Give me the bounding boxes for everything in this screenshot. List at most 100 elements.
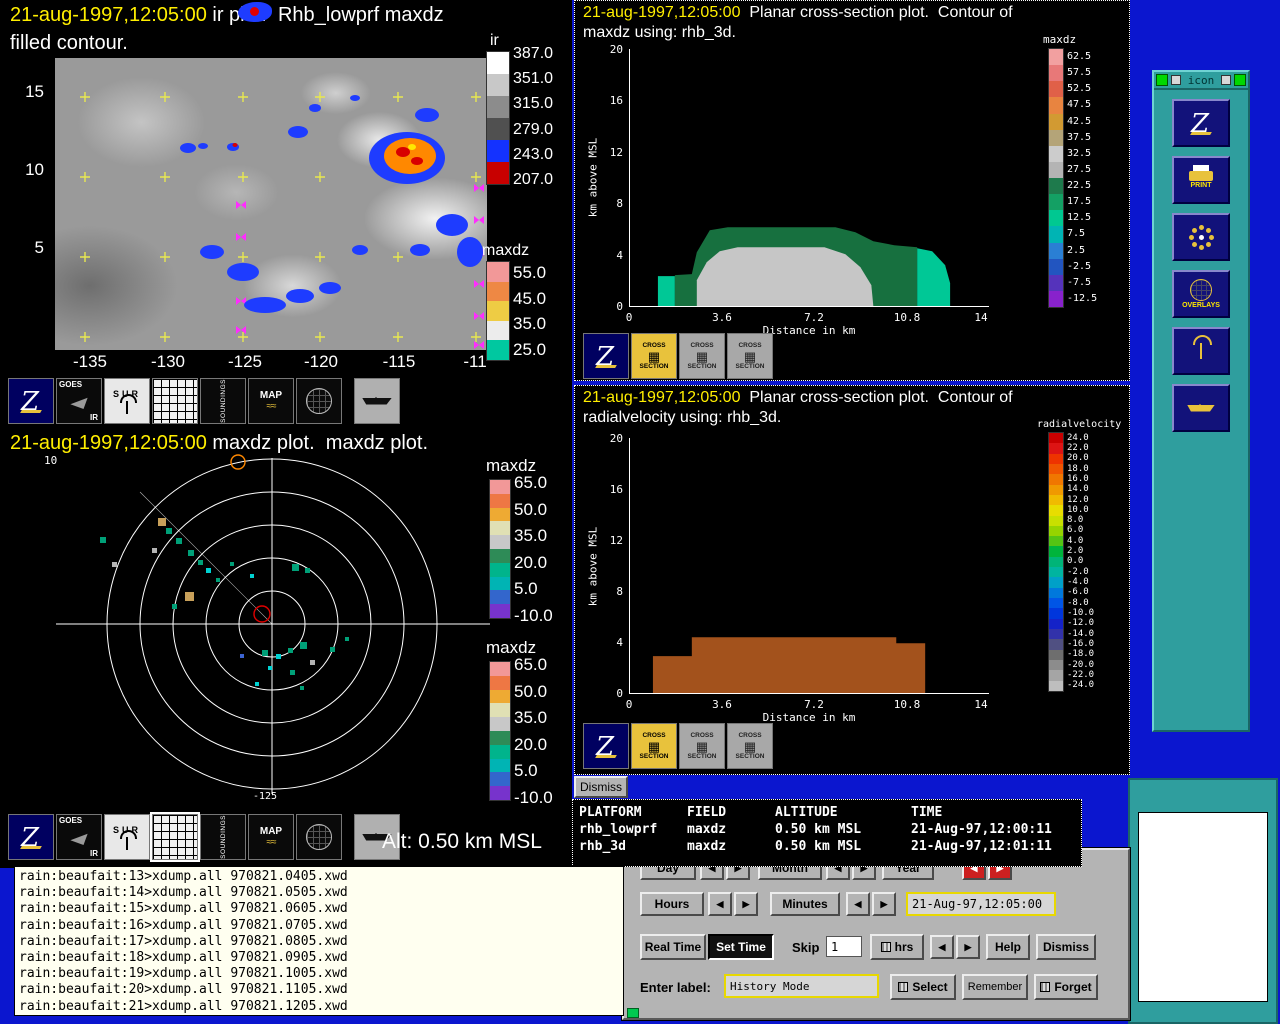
colorbar-tick-label: -10.0	[1067, 607, 1095, 618]
ship-icon	[362, 397, 392, 405]
minutes-increment-button[interactable]: ▶	[872, 892, 896, 916]
hours-increment-button[interactable]: ▶	[734, 892, 758, 916]
platform-dismiss-button[interactable]: Dismiss	[574, 776, 628, 798]
terminal-line: rain:beaufait:21>xdump.all 970821.1205.x…	[19, 998, 348, 1014]
colorbar-tick-label: 52.5	[1067, 83, 1092, 95]
hours-button[interactable]: Hours	[640, 892, 704, 916]
x-tick-label: -130	[150, 352, 186, 371]
real-time-button[interactable]: Real Time	[640, 934, 706, 960]
time-value-field[interactable]	[906, 892, 1056, 916]
maxdz-ppi-window: 21-aug-1997,12:05:00 maxdz plot. maxdz p…	[0, 428, 572, 868]
minutes-button[interactable]: Minutes	[770, 892, 840, 916]
terminal-resize-chip[interactable]	[627, 1008, 639, 1018]
surface-obs-button[interactable]: SUR	[104, 378, 150, 424]
skip-back-button[interactable]: ◀	[930, 935, 954, 959]
xsec-radial-toolbar: Z CROSS ▦ SECTION CROSS ▦ SECTION CROSS ▦ SECT…	[583, 723, 773, 769]
skip-value-input[interactable]	[826, 936, 862, 957]
colorbar-tick-label: 2.0	[1067, 546, 1084, 557]
zebra-logo-button[interactable]: Z	[8, 814, 54, 860]
teal-frame-panel	[1128, 778, 1278, 1024]
xsec-radial-plot[interactable]	[629, 438, 989, 694]
storm-symbol	[238, 2, 272, 22]
label-input[interactable]	[724, 974, 879, 998]
section-label: SECTION	[687, 752, 717, 760]
hours-decrement-button[interactable]: ◀	[708, 892, 732, 916]
cross-section-button-2[interactable]: CROSS ▦ SECTION	[679, 333, 725, 379]
radar-antenna-button[interactable]	[1172, 327, 1230, 375]
colorbar-segment	[1049, 161, 1063, 178]
section-label: SECTION	[687, 362, 717, 370]
cube-icon: ▦	[695, 738, 709, 754]
cross-section-button-1[interactable]: CROSS ▦ SECTION	[631, 333, 677, 379]
colorbar-segment	[1049, 453, 1063, 464]
altitude-label: Alt: 0.50 km MSL	[382, 830, 542, 853]
colorbar-tick-label: -12.5	[1067, 292, 1098, 304]
zebra-z-icon: Z	[596, 732, 615, 762]
print-button[interactable]: PRINT	[1172, 156, 1230, 204]
zebra-logo-button[interactable]: Z	[583, 333, 629, 379]
skip-units-button[interactable]: hrs	[870, 934, 924, 960]
goes-ir-button[interactable]: GOES IR	[56, 378, 102, 424]
window-minimize-button[interactable]	[1171, 75, 1181, 85]
dismiss-button[interactable]: Dismiss	[1036, 934, 1096, 960]
overlays-button[interactable]: OVERLAYS	[1172, 270, 1230, 318]
zebra-logo-button[interactable]: Z	[8, 378, 54, 424]
cross-section-button-2[interactable]: CROSS ▦ SECTION	[679, 723, 725, 769]
radar-ppi-display[interactable]: -125	[40, 454, 500, 802]
skip-forward-button[interactable]: ▶	[956, 935, 980, 959]
x-tick-label: -120	[303, 352, 339, 371]
x-tick-label: 3.6	[712, 311, 732, 324]
grid-button-active[interactable]	[150, 812, 200, 862]
forget-button[interactable]: Forget	[1034, 974, 1098, 1000]
xsec-radial-yticks: 20 16 12 8 4 0	[603, 432, 623, 700]
select-button[interactable]: Select	[890, 974, 956, 1000]
ship-platform-button[interactable]	[354, 378, 400, 424]
cross-section-button-1[interactable]: CROSS ▦ SECTION	[631, 723, 677, 769]
window-maximize-button[interactable]	[1221, 75, 1231, 85]
xsec-maxdz-title-text: Planar cross-section plot. Contour of	[740, 4, 1013, 21]
satellite-image[interactable]	[55, 58, 487, 350]
remember-button[interactable]: Remember	[962, 974, 1028, 1000]
overlays-globe-icon	[1190, 279, 1212, 301]
x-tick-label: -135	[72, 352, 108, 371]
header-time: TIME	[911, 805, 943, 820]
window-menu-button[interactable]	[1156, 74, 1168, 86]
ship-instrument-button[interactable]	[1172, 384, 1230, 432]
cross-section-button-3[interactable]: CROSS ▦ SECTION	[727, 723, 773, 769]
terminal-line: rain:beaufait:19>xdump.all 970821.1005.x…	[19, 966, 348, 982]
goes-ir-button[interactable]: GOES IR	[56, 814, 102, 860]
colorbar-tick-label: 12.5	[1067, 212, 1092, 224]
colorbar-tick-label: -2.0	[1067, 566, 1089, 577]
map-button[interactable]: MAP ≈≈	[248, 814, 294, 860]
xsec-radial-colorbar-label: radialvelocity	[1037, 419, 1122, 430]
minutes-decrement-button[interactable]: ◀	[846, 892, 870, 916]
xsec-maxdz-plot[interactable]	[629, 49, 989, 307]
colorbar-segment	[487, 281, 509, 302]
zebra-main-button[interactable]: Z	[1172, 99, 1230, 147]
surface-obs-button[interactable]: SUR	[104, 814, 150, 860]
xsec-radial-ylabel: km above MSL	[586, 526, 600, 607]
terminal-line: rain:beaufait:18>xdump.all 970821.0905.x…	[19, 950, 348, 966]
y-tick-label: 20	[609, 432, 623, 445]
colorbar-segment	[490, 548, 510, 563]
terminal-window[interactable]: rain:beaufait:13>xdump.all 970821.0405.x…	[14, 866, 624, 1016]
globe-overlay-button[interactable]	[296, 378, 342, 424]
cell-platform: rhb_lowprf	[579, 822, 658, 837]
globe-overlay-button[interactable]	[296, 814, 342, 860]
help-button[interactable]: Help	[986, 934, 1030, 960]
colorbar-segment	[490, 730, 510, 745]
soundings-button[interactable]: SOUNDINGS	[200, 378, 246, 424]
window-close-button[interactable]	[1234, 74, 1246, 86]
ir-maxdz-colorbar	[486, 261, 510, 361]
cross-section-button-3[interactable]: CROSS ▦ SECTION	[727, 333, 773, 379]
colorbar-segment	[1049, 494, 1063, 506]
zebra-logo-button[interactable]: Z	[583, 723, 629, 769]
soundings-button[interactable]: SOUNDINGS	[200, 814, 246, 860]
ppi-colorbar2	[489, 661, 511, 801]
grid-button[interactable]	[152, 378, 198, 424]
colorbar-tick-label: -6.0	[1067, 587, 1089, 598]
map-button[interactable]: MAP ≈≈	[248, 378, 294, 424]
set-time-button[interactable]: Set Time	[708, 934, 774, 960]
effects-button[interactable]	[1172, 213, 1230, 261]
x-tick-label: 10.8	[893, 311, 921, 324]
